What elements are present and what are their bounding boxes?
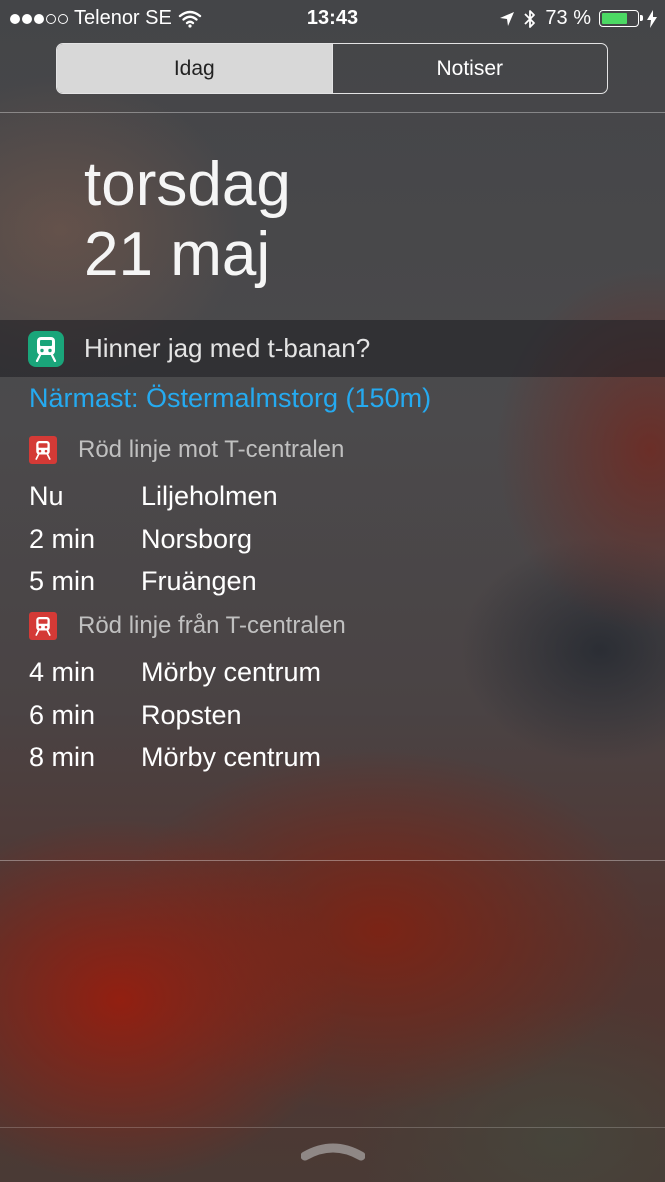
weekday-label: torsdag — [84, 150, 291, 219]
tab-idag[interactable]: Idag — [57, 44, 332, 93]
departure-destination: Norsborg — [141, 524, 253, 554]
metro-red-line-icon — [29, 436, 57, 464]
departure-time: 5 min — [29, 566, 96, 596]
charging-bolt-icon — [647, 9, 657, 28]
departure-row: 6 min Ropsten — [29, 700, 242, 731]
battery-icon — [599, 10, 643, 27]
departure-time: 2 min — [29, 524, 96, 554]
line-group-header: Röd linje mot T-centralen — [29, 436, 344, 464]
status-bar: Telenor SE 13:43 73 % — [0, 0, 665, 38]
footer-divider — [0, 1127, 665, 1128]
battery-fill — [602, 13, 627, 24]
departure-time: Nu — [29, 481, 64, 511]
metro-red-line-icon — [29, 612, 57, 640]
departure-time: 6 min — [29, 700, 96, 730]
status-right: 73 % — [499, 7, 657, 30]
departure-time: 4 min — [29, 657, 96, 687]
departure-row: 8 min Mörby centrum — [29, 742, 321, 773]
train-app-icon — [28, 330, 64, 367]
day-month-label: 21 maj — [84, 220, 271, 289]
departure-destination: Ropsten — [141, 700, 242, 730]
train-icon — [35, 336, 57, 362]
bluetooth-icon — [524, 9, 536, 28]
departure-destination: Mörby centrum — [141, 742, 322, 772]
nearest-station-link[interactable]: Närmast: Östermalmstorg (150m) — [29, 383, 431, 414]
departure-row: 4 min Mörby centrum — [29, 657, 321, 688]
departure-row: 5 min Fruängen — [29, 566, 257, 597]
departure-destination: Liljeholmen — [141, 481, 278, 511]
line-group-header: Röd linje från T-centralen — [29, 612, 346, 640]
location-arrow-icon — [500, 11, 515, 26]
today-date: torsdag 21 maj — [84, 150, 291, 290]
tab-notiser[interactable]: Notiser — [331, 44, 608, 93]
widget-bottom-divider — [0, 860, 665, 861]
departure-row: Nu Liljeholmen — [29, 481, 278, 512]
widget-title: Hinner jag med t-banan? — [84, 333, 371, 363]
departure-row: 2 min Norsborg — [29, 524, 252, 555]
view-segmented-control: Idag Notiser — [56, 43, 608, 94]
line-group-title: Röd linje från T-centralen — [78, 612, 346, 639]
close-grabber-icon[interactable] — [301, 1142, 365, 1164]
line-group-title: Röd linje mot T-centralen — [78, 436, 345, 463]
departure-destination: Mörby centrum — [141, 657, 322, 687]
widget-header[interactable]: Hinner jag med t-banan? — [0, 320, 665, 377]
battery-percentage: 73 % — [545, 7, 591, 29]
departure-destination: Fruängen — [141, 566, 257, 596]
departure-time: 8 min — [29, 742, 96, 772]
header-divider — [0, 112, 665, 113]
